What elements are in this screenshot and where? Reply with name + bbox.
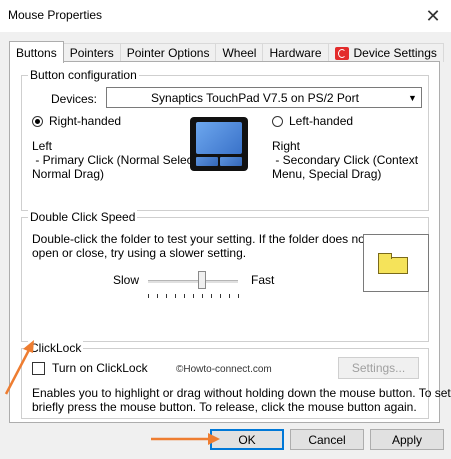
arrow-to-ok: [151, 433, 220, 445]
tab-label: Buttons: [16, 45, 57, 60]
arrow-to-clicklock: [4, 340, 34, 395]
tab-buttons[interactable]: Buttons: [9, 41, 64, 63]
annotation-arrows: [4, 340, 220, 445]
